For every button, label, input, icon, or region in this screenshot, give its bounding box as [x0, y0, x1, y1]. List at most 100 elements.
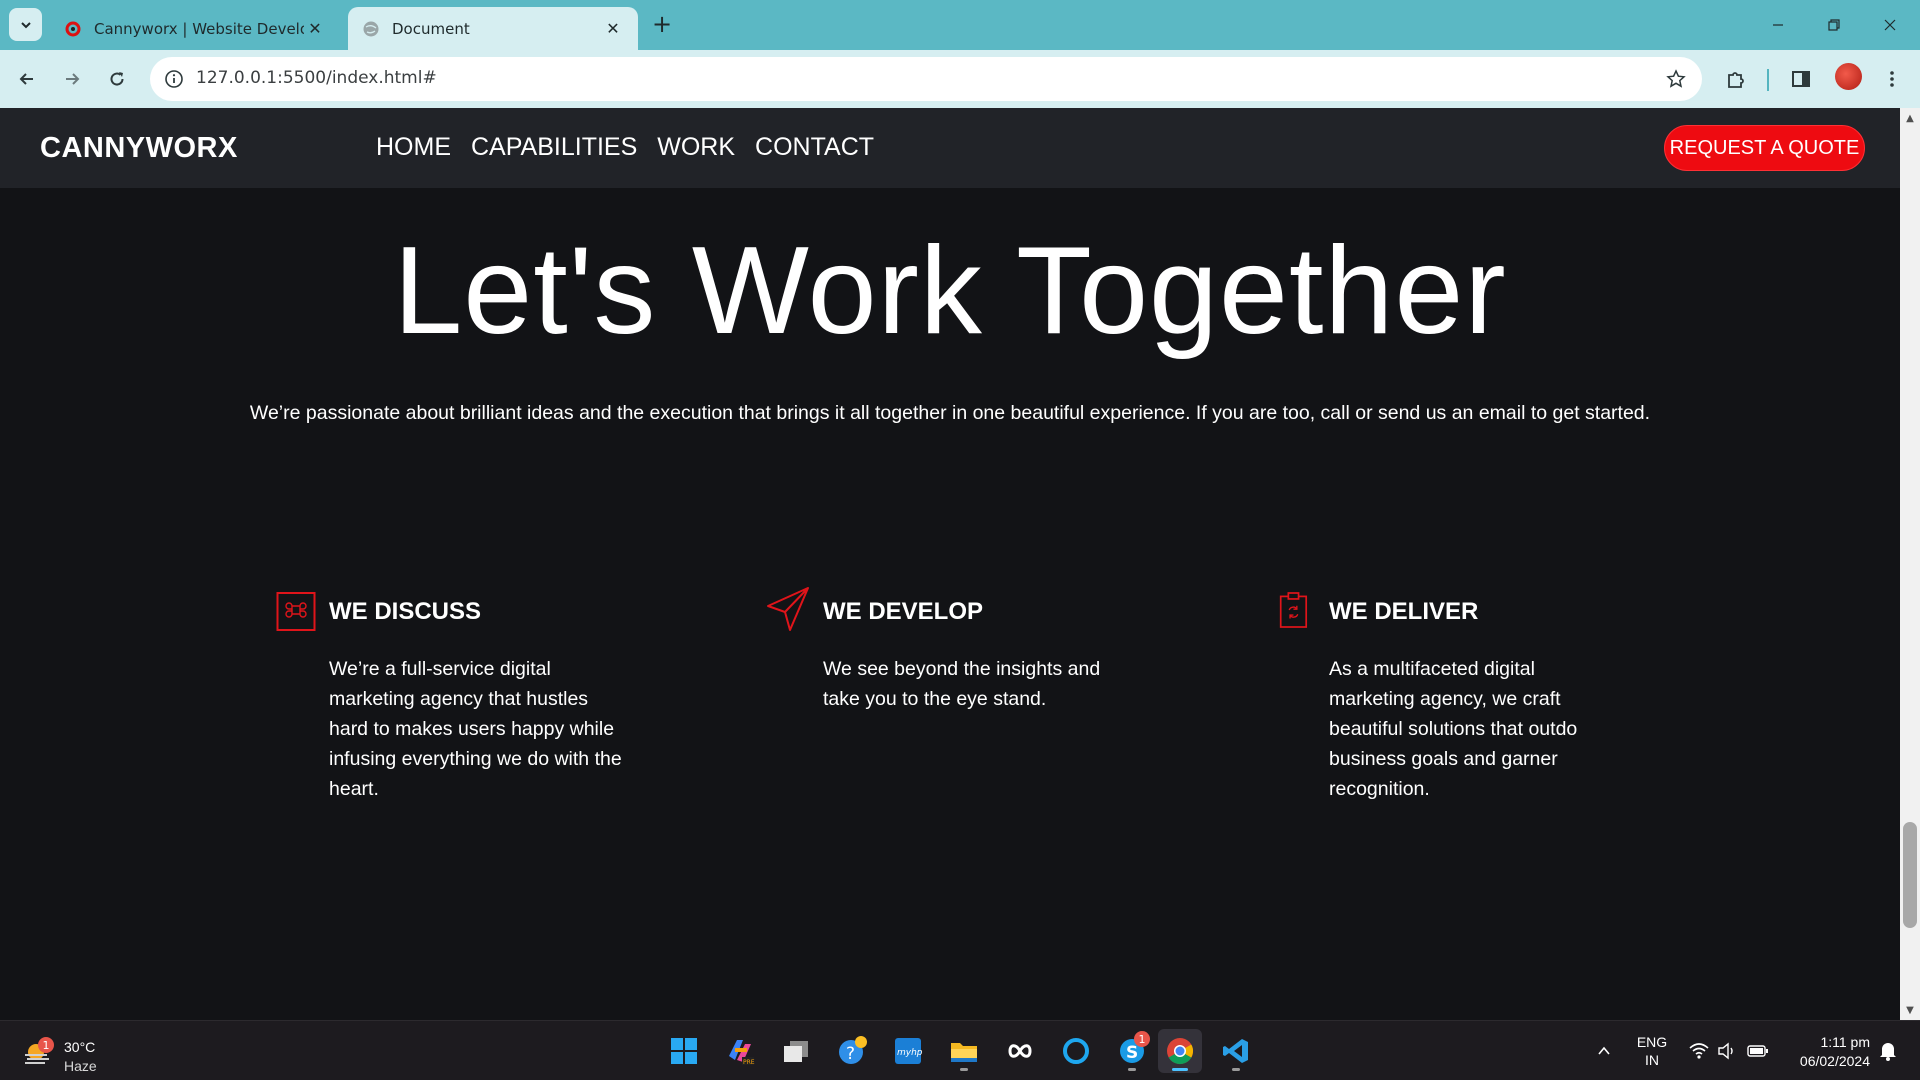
command-icon [276, 592, 316, 631]
vscode-icon [1223, 1039, 1248, 1063]
weather-badge: 1 [38, 1037, 54, 1053]
file-explorer-icon [951, 1043, 977, 1062]
profile-avatar[interactable] [1835, 63, 1862, 90]
battery-status[interactable] [1744, 1021, 1772, 1080]
skype-button[interactable]: S 1 [1110, 1029, 1154, 1073]
feature-text: As a multifaceted digital marketing agen… [1329, 658, 1578, 800]
reload-button[interactable] [99, 61, 135, 97]
nav-capabilities[interactable]: CAPABILITIES [471, 133, 637, 162]
wifi-icon [1689, 1043, 1709, 1059]
scrollbar-thumb[interactable] [1903, 822, 1917, 928]
bookmark-star-icon[interactable] [1662, 65, 1690, 93]
running-indicator [1232, 1068, 1240, 1071]
feature-text: We’re a full-service digital marketing a… [329, 658, 622, 800]
file-explorer-button[interactable] [942, 1029, 986, 1073]
more-vert-icon [1890, 71, 1894, 87]
request-quote-button[interactable]: REQUEST A QUOTE [1664, 125, 1865, 171]
myhp-icon: myhp [895, 1038, 923, 1064]
side-panel-button[interactable] [1783, 61, 1819, 97]
hero-title: Let's Work Together [393, 222, 1507, 360]
feature-text: We see beyond the insights and take you … [823, 658, 1101, 710]
paper-plane-icon [767, 587, 809, 631]
skype-notification-badge: 1 [1134, 1031, 1150, 1047]
windows-taskbar: 1 30°C Haze PRE ? myhp S 1 ENG IN 1:11 p… [0, 1020, 1920, 1080]
tab-title: Cannyworx | Website Developm [94, 19, 304, 38]
meta-infinity-icon [1008, 1044, 1032, 1058]
clock-time: 1:11 pm [1820, 1034, 1870, 1050]
region-code: IN [1645, 1052, 1659, 1068]
scroll-down-arrow[interactable]: ▼ [1900, 1002, 1920, 1018]
svg-text:PRE: PRE [743, 1059, 755, 1066]
svg-text:S: S [1126, 1043, 1138, 1063]
scroll-up-arrow[interactable]: ▲ [1900, 110, 1920, 126]
web-page: CANNYWORX HOME CAPABILITIES WORK CONTACT… [0, 108, 1900, 1020]
feature-title: WE DEVELOP [823, 598, 984, 625]
arrow-right-icon [66, 73, 80, 85]
browser-menu-button[interactable] [1874, 61, 1910, 97]
chrome-button[interactable] [1158, 1029, 1202, 1073]
running-indicator [960, 1068, 968, 1071]
site-navbar: CANNYWORX HOME CAPABILITIES WORK CONTACT… [0, 108, 1900, 188]
start-button[interactable] [662, 1029, 706, 1073]
chrome-icon [1167, 1038, 1194, 1065]
cortana-button[interactable] [1054, 1029, 1098, 1073]
clock-date: 06/02/2024 [1799, 1053, 1870, 1069]
arrow-left-icon [19, 73, 33, 85]
tab-document[interactable]: Document ✕ [348, 7, 638, 50]
chevron-down-icon [20, 21, 31, 28]
nav-work[interactable]: WORK [657, 133, 735, 162]
url-text[interactable]: 127.0.0.1:5500/index.html# [196, 68, 437, 88]
forward-button[interactable] [54, 61, 90, 97]
running-indicator [1172, 1068, 1188, 1071]
page-scrollbar[interactable]: ▲ ▼ [1900, 108, 1920, 1020]
notifications-button[interactable] [1874, 1021, 1902, 1080]
feature-title: WE DISCUSS [329, 598, 482, 625]
side-panel-icon [1792, 71, 1810, 87]
feature-title: WE DELIVER [1329, 598, 1479, 625]
nav-contact[interactable]: CONTACT [755, 133, 874, 162]
close-tab-button[interactable]: ✕ [602, 18, 624, 40]
speaker-icon [1718, 1042, 1733, 1060]
volume-status[interactable] [1714, 1021, 1740, 1080]
close-window-button[interactable] [1862, 0, 1918, 50]
copilot-icon: PRE [729, 1040, 755, 1066]
restore-button[interactable] [1806, 0, 1862, 50]
minimize-icon [1773, 24, 1783, 26]
extensions-button[interactable] [1718, 61, 1754, 97]
wifi-status[interactable] [1686, 1021, 1712, 1080]
get-help-button[interactable]: ? [830, 1029, 874, 1073]
globe-icon [363, 21, 379, 36]
tab-title: Document [392, 19, 470, 38]
site-info-icon[interactable] [160, 65, 188, 93]
back-button[interactable] [9, 61, 45, 97]
weather-temperature: 30°C [64, 1039, 96, 1055]
address-bar[interactable]: 127.0.0.1:5500/index.html# [150, 57, 1702, 101]
show-hidden-icons-button[interactable] [1590, 1021, 1618, 1080]
weather-condition: Haze [64, 1058, 97, 1074]
language-indicator[interactable]: ENG IN [1632, 1033, 1672, 1069]
task-view-icon [784, 1041, 808, 1062]
copilot-button[interactable]: PRE [718, 1029, 762, 1073]
myhp-button[interactable]: myhp [886, 1029, 930, 1073]
running-indicator [1128, 1068, 1136, 1071]
browser-tab-strip: Cannyworx | Website Developm ✕ Document … [0, 0, 1920, 50]
system-clock[interactable]: 1:11 pm 06/02/2024 [1780, 1033, 1870, 1071]
chevron-up-icon [1598, 1046, 1610, 1055]
reload-icon [110, 72, 124, 86]
puzzle-icon [1728, 72, 1744, 88]
restore-icon [1828, 19, 1840, 31]
weather-widget[interactable]: 1 30°C Haze [22, 1031, 132, 1074]
site-logo[interactable]: CANNYWORX [40, 132, 238, 165]
nav-home[interactable]: HOME [376, 133, 451, 162]
close-tab-button[interactable]: ✕ [304, 18, 326, 40]
new-tab-button[interactable]: + [648, 10, 676, 38]
cannyworx-favicon-icon [65, 21, 81, 36]
vscode-button[interactable] [1214, 1029, 1258, 1073]
task-view-button[interactable] [774, 1029, 818, 1073]
cortana-ring-icon [1063, 1038, 1089, 1064]
meta-button[interactable] [998, 1029, 1042, 1073]
tab-search-button[interactable] [9, 8, 42, 41]
tab-cannyworx[interactable]: Cannyworx | Website Developm ✕ [50, 7, 340, 50]
minimize-button[interactable] [1750, 0, 1806, 50]
language-code: ENG [1636, 1034, 1668, 1050]
